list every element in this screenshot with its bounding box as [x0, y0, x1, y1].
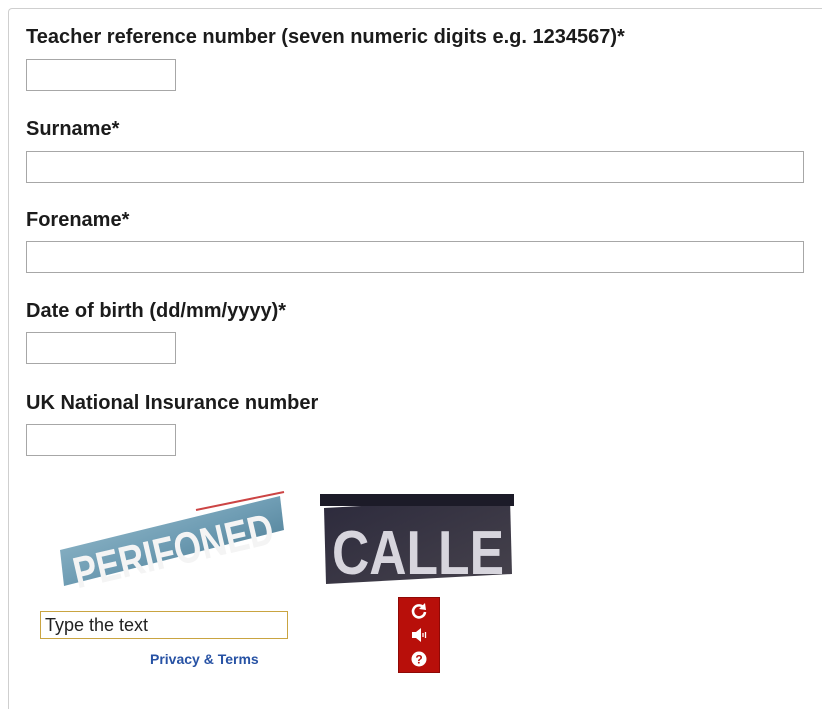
refresh-icon[interactable] — [409, 601, 429, 621]
trn-label: Teacher reference number (seven numeric … — [26, 26, 625, 48]
captcha-word-left: PERIFONED — [69, 505, 279, 590]
captcha-controls: ? — [398, 597, 440, 673]
dob-label: Date of birth (dd/mm/yyyy)* — [26, 300, 287, 322]
svg-text:?: ? — [415, 653, 422, 667]
captcha-response-input[interactable] — [40, 611, 288, 639]
surname-label: Surname* — [26, 118, 120, 140]
forename-label: Forename* — [26, 209, 130, 231]
captcha-image-left: PERIFONED — [60, 491, 285, 590]
trn-input[interactable] — [26, 59, 176, 91]
ni-label: UK National Insurance number — [26, 392, 319, 414]
audio-icon[interactable] — [409, 625, 429, 645]
help-icon[interactable]: ? — [409, 649, 429, 669]
captcha-image-right: CALLE — [320, 494, 514, 586]
dob-input[interactable] — [26, 332, 176, 364]
privacy-terms-link[interactable]: Privacy & Terms — [150, 651, 259, 667]
captcha-word-right: CALLE — [332, 519, 504, 586]
ni-input[interactable] — [26, 424, 176, 456]
surname-input[interactable] — [26, 151, 804, 183]
forename-input[interactable] — [26, 241, 804, 273]
